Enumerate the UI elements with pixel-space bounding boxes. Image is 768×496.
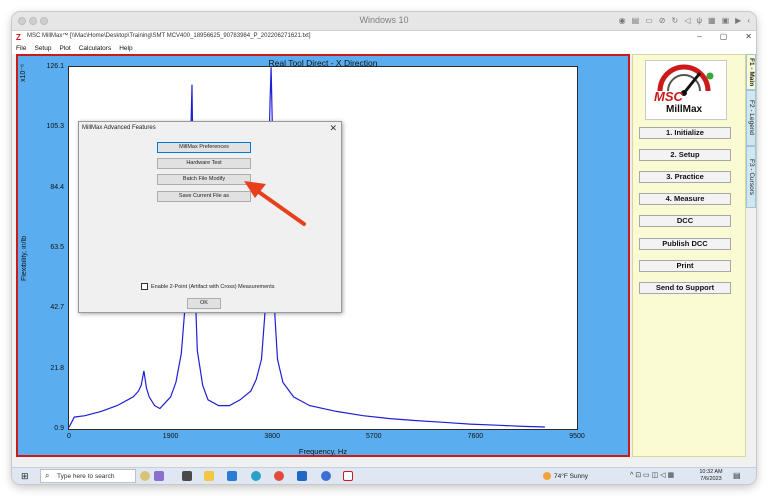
tab-main[interactable]: F1 - Main: [746, 54, 756, 90]
refresh-icon[interactable]: ↻: [671, 15, 678, 27]
y-tick-label: 126.1: [46, 63, 64, 70]
clock[interactable]: 10:32 AM 7/6/2023: [693, 469, 729, 483]
two-point-checkbox-row[interactable]: Enable 2-Point (Artifact with Cross) Mea…: [141, 283, 275, 290]
minimize-icon[interactable]: –: [697, 32, 701, 41]
windows-start-icon[interactable]: ⊞: [21, 471, 29, 481]
practice-button[interactable]: 3. Practice: [639, 171, 731, 183]
close-icon[interactable]: ✕: [745, 32, 752, 41]
millmax-app-window: Z MSC MillMax™ [\\Mac\Home\Desktop\Train…: [12, 31, 756, 467]
initialize-button[interactable]: 1. Initialize: [639, 127, 731, 139]
camera-icon[interactable]: ◉: [619, 15, 626, 27]
file-explorer-icon[interactable]: [204, 471, 214, 481]
window-icon[interactable]: ▣: [722, 15, 730, 27]
ok-button[interactable]: OK: [187, 298, 221, 309]
keyboard-icon[interactable]: ▦: [708, 15, 716, 27]
app-icon[interactable]: [321, 471, 331, 481]
menu-bar: File Setup Plot Calculators Help: [12, 44, 756, 54]
weather-widget[interactable]: 74°F Sunny: [543, 472, 588, 480]
task-view-icon[interactable]: [182, 471, 192, 481]
video-icon[interactable]: ▶: [735, 15, 741, 27]
back-icon[interactable]: ‹: [747, 15, 750, 27]
tab-cursors[interactable]: F3 - Cursors: [746, 146, 756, 208]
app-titlebar: Z MSC MillMax™ [\\Mac\Home\Desktop\Train…: [12, 31, 756, 44]
tab-legend[interactable]: F2 - Legend: [746, 90, 756, 146]
trash-icon[interactable]: ▤: [632, 15, 640, 27]
x-tick-label: 0: [67, 433, 71, 440]
x-tick-label: 7600: [467, 433, 484, 440]
link-icon[interactable]: ⊘: [659, 15, 666, 27]
system-tray-icons[interactable]: ^ ⊡ ▭ ◫ ◁ ▦: [630, 471, 674, 479]
menu-help[interactable]: Help: [119, 44, 132, 54]
volume-icon[interactable]: ◁: [684, 15, 690, 27]
chrome-icon[interactable]: [274, 471, 284, 481]
cortana-icon[interactable]: [140, 471, 150, 481]
dialog-title: MillMax Advanced Features: [82, 125, 156, 131]
brand-millmax: MillMax: [666, 104, 703, 115]
millmax-preferences-button[interactable]: MillMax Preferences: [157, 142, 251, 153]
x-axis-label: Frequency, Hz: [298, 447, 348, 456]
brand-msc: MSC: [654, 89, 683, 104]
publish-dcc-button[interactable]: Publish DCC: [639, 238, 731, 250]
print-button[interactable]: Print: [639, 260, 731, 272]
menu-setup[interactable]: Setup: [34, 44, 51, 54]
badge-icon[interactable]: [154, 471, 164, 481]
menu-file[interactable]: File: [16, 44, 26, 54]
menu-calculators[interactable]: Calculators: [79, 44, 112, 54]
dcc-button[interactable]: DCC: [639, 215, 731, 227]
y-axis-label: Flexibility, in/lb: [21, 236, 28, 281]
y-tick-label: 63.5: [50, 244, 64, 251]
search-icon: ⌕: [45, 471, 50, 480]
msc-millmax-logo: MSC MillMax: [645, 60, 727, 120]
x-tick-label: 5700: [366, 433, 382, 440]
host-window: Windows 10 ◉ ▤ ▭ ⊘ ↻ ◁ ψ ▦ ▣ ▶ ‹ Z MSC M…: [12, 12, 756, 484]
save-current-file-as-button[interactable]: Save Current File as: [157, 191, 251, 202]
weather-text: 74°F Sunny: [554, 472, 589, 480]
y-tick-label: 42.7: [50, 304, 64, 312]
batch-file-modify-button[interactable]: Batch File Modify: [157, 174, 251, 185]
millmax-logo-icon: Z: [16, 33, 21, 42]
usb-icon[interactable]: ψ: [696, 15, 702, 27]
app-title: MSC MillMax™ [\\Mac\Home\Desktop\Trainin…: [27, 33, 311, 39]
send-to-support-button[interactable]: Send to Support: [639, 282, 731, 294]
mail-icon[interactable]: [297, 471, 307, 481]
two-point-checkbox-label: Enable 2-Point (Artifact with Cross) Mea…: [151, 283, 275, 290]
y-tick-label: 84.4: [50, 183, 64, 191]
dialog-close-icon[interactable]: ✕: [329, 123, 337, 134]
taskbar-search-input[interactable]: ⌕ Type here to search: [40, 469, 136, 483]
window-controls: – ▢ ✕: [697, 32, 752, 41]
maximize-icon[interactable]: ▢: [720, 32, 728, 41]
setup-button[interactable]: 2. Setup: [639, 149, 731, 161]
notification-icon[interactable]: ▤: [733, 471, 741, 480]
millmax-taskbar-icon[interactable]: [343, 471, 353, 481]
hardware-test-button[interactable]: Hardware Test: [157, 158, 251, 169]
advanced-features-dialog: MillMax Advanced Features ✕ MillMax Pref…: [78, 121, 342, 313]
host-toolbar: ◉ ▤ ▭ ⊘ ↻ ◁ ψ ▦ ▣ ▶ ‹: [619, 15, 750, 27]
two-point-checkbox[interactable]: [141, 283, 148, 290]
clock-date: 7/6/2023: [700, 476, 722, 482]
menu-plot[interactable]: Plot: [59, 44, 70, 54]
search-placeholder: Type here to search: [57, 473, 115, 480]
y-tick-label: 105.3: [46, 123, 64, 131]
x-tick-label: 3800: [264, 433, 280, 440]
clock-time: 10:32 AM: [699, 469, 723, 475]
measure-button[interactable]: 4. Measure: [639, 193, 731, 205]
side-panel: MSC MillMax 1. Initialize 2. Setup 3. Pr…: [632, 54, 746, 457]
printer-icon[interactable]: ▭: [645, 15, 653, 27]
sun-icon: [543, 472, 551, 480]
host-titlebar: Windows 10 ◉ ▤ ▭ ⊘ ↻ ◁ ψ ▦ ▣ ▶ ‹: [12, 12, 756, 31]
windows-taskbar: ⊞ ⌕ Type here to search 74°F Sunny ^ ⊡ ▭…: [12, 467, 756, 484]
y-tick-label: 0.9: [54, 425, 64, 432]
store-icon[interactable]: [227, 471, 237, 481]
y-tick-label: 21.8: [50, 364, 64, 372]
x-tick-label: 1900: [162, 433, 179, 440]
y-axis-exponent: x10⁻⁶: [20, 64, 27, 82]
x-tick-label: 9500: [569, 433, 585, 440]
edge-icon[interactable]: [251, 471, 261, 481]
